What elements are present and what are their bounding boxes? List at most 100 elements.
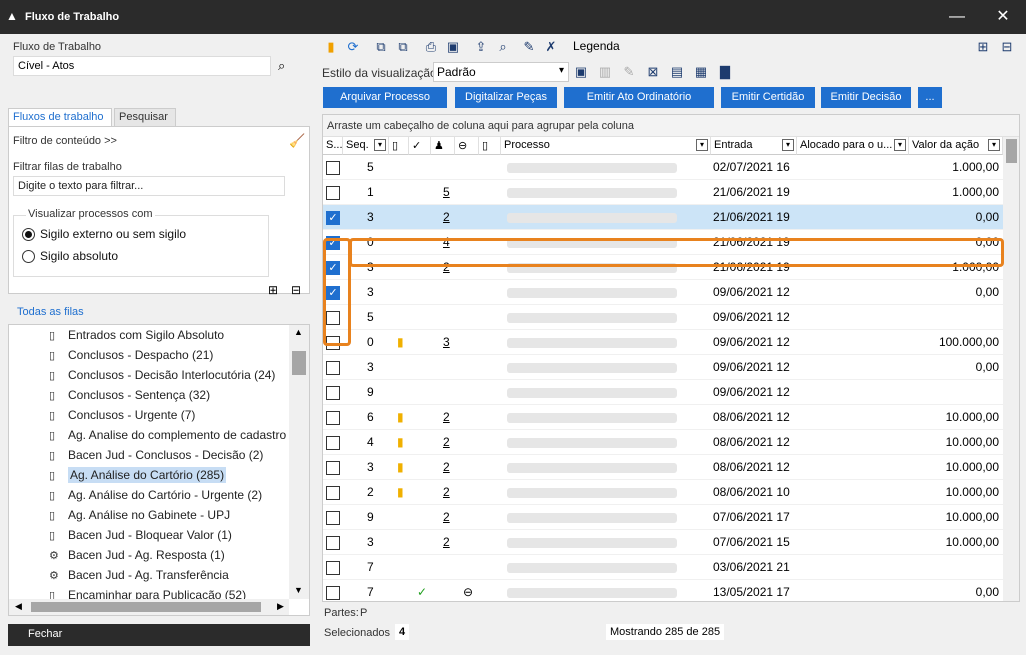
fechar-button[interactable]: Fechar (8, 624, 310, 646)
bookmark-icon[interactable]: ▮ (322, 38, 340, 56)
row-checkbox[interactable] (326, 436, 340, 450)
row-checkbox[interactable] (326, 161, 340, 175)
row-checkbox[interactable] (326, 536, 340, 550)
calendar-icon[interactable]: ▦ (692, 63, 710, 81)
row-count-link[interactable] (443, 555, 457, 580)
col-header-select[interactable]: S... (323, 137, 343, 155)
search-icon[interactable]: ⌕ (278, 58, 285, 74)
table-row[interactable]: 3 09/06/2021 12 0,00 (323, 355, 1003, 380)
more-actions-button[interactable]: ... (918, 87, 942, 108)
col-header-check[interactable]: ✓ (409, 137, 431, 155)
duplicate-icon[interactable]: ⧉ (394, 38, 412, 56)
row-checkbox[interactable]: ✓ (326, 211, 340, 225)
tree-item[interactable]: ⚙ Bacen Jud - Ag. Transferência (49, 565, 229, 585)
table-row[interactable]: 5 02/07/2021 16 1.000,00 (323, 155, 1003, 180)
filter-input[interactable]: Digite o texto para filtrar... (13, 176, 285, 196)
todas-filas-tab[interactable]: Todas as filas (17, 306, 84, 318)
chevron-down-icon[interactable]: ▾ (988, 139, 1000, 151)
scroll-up-icon[interactable]: ▲ (294, 327, 303, 337)
tree-view-icon[interactable]: ⊞ (268, 283, 278, 297)
col-header-processo[interactable]: Processo ▾ (501, 137, 711, 155)
row-count-link[interactable]: 2 (443, 205, 457, 230)
col-header-entrada[interactable]: Entrada ▾ (711, 137, 797, 155)
remove-comment-icon[interactable]: ✗ (542, 38, 560, 56)
tree-item[interactable]: ▯ Ag. Analise do complemento de cadastro (49, 425, 286, 445)
col-header-doc[interactable]: ▯ (479, 137, 501, 155)
row-count-link[interactable]: 3 (443, 330, 457, 355)
row-count-link[interactable]: 5 (443, 180, 457, 205)
zoom-icon[interactable]: ⌕ (494, 38, 512, 56)
radio-sigilo-absoluto[interactable] (22, 250, 35, 263)
row-count-link[interactable] (443, 355, 457, 380)
table-row[interactable]: 2 ▮ 2 08/06/2021 10 10.000,00 (323, 480, 1003, 505)
emitir-ato-ordinatorio-button[interactable]: Emitir Ato Ordinatório (564, 87, 714, 108)
col-header-valor[interactable]: Valor da ação ▾ (909, 137, 1003, 155)
tab-pesquisar[interactable]: Pesquisar (114, 108, 176, 126)
row-checkbox[interactable] (326, 511, 340, 525)
col-header-alocado[interactable]: Alocado para o u... ▾ (797, 137, 909, 155)
scroll-down-icon[interactable]: ▼ (294, 585, 303, 595)
document-icon[interactable]: ▤ (668, 63, 686, 81)
col-header-link[interactable]: ⊖ (455, 137, 479, 155)
table-row[interactable]: 4 ▮ 2 08/06/2021 12 10.000,00 (323, 430, 1003, 455)
chevron-down-icon[interactable]: ▾ (782, 139, 794, 151)
tree-item[interactable]: ▯ Entrados com Sigilo Absoluto (49, 325, 224, 345)
col-header-flag[interactable]: ▯ (389, 137, 409, 155)
tree-item[interactable]: ▯ Ag. Análise do Cartório - Urgente (2) (49, 485, 262, 505)
table-row[interactable]: 7 ✓ ⊖ 13/05/2021 17 0,00 (323, 580, 1003, 601)
table-row[interactable]: 9 2 07/06/2021 17 10.000,00 (323, 505, 1003, 530)
row-count-link[interactable] (443, 280, 457, 305)
table-row[interactable]: ✓ 3 2 21/06/2021 19 0,00 (323, 205, 1003, 230)
emitir-decisao-button[interactable]: Emitir Decisão (821, 87, 911, 108)
tree-view-icon[interactable]: ⊞ (974, 38, 992, 56)
table-row[interactable]: 0 ▮ 3 09/06/2021 12 100.000,00 (323, 330, 1003, 355)
table-row[interactable]: ✓ 3 09/06/2021 12 0,00 (323, 280, 1003, 305)
radio-sigilo-externo[interactable] (22, 228, 35, 241)
excel-icon[interactable]: ⊠ (644, 63, 662, 81)
tree-item[interactable]: ▯ Bacen Jud - Conclusos - Decisão (2) (49, 445, 263, 465)
grid-scroll-thumb[interactable] (1006, 139, 1017, 163)
tree-item[interactable]: ▯ Conclusos - Urgente (7) (49, 405, 195, 425)
tree-item[interactable]: ▯ Ag. Análise no Gabinete - UPJ (49, 505, 230, 525)
row-count-link[interactable] (443, 305, 457, 330)
digitalizar-pecas-button[interactable]: Digitalizar Peças (455, 87, 557, 108)
refresh-icon[interactable]: ⟳ (344, 38, 362, 56)
table-row[interactable]: 3 ▮ 2 08/06/2021 12 10.000,00 (323, 455, 1003, 480)
save-icon[interactable]: ▣ (444, 38, 462, 56)
table-row[interactable]: 6 ▮ 2 08/06/2021 12 10.000,00 (323, 405, 1003, 430)
tree-horizontal-scrollbar[interactable]: ◀ ▶ (9, 599, 289, 615)
tree-hscroll-thumb[interactable] (31, 602, 261, 612)
chevron-down-icon[interactable]: ▾ (374, 139, 386, 151)
print-icon[interactable]: ⎙ (422, 38, 440, 56)
tree-item[interactable]: ▯ Bacen Jud - Bloquear Valor (1) (49, 525, 232, 545)
panel-icon[interactable]: ⊟ (998, 38, 1016, 56)
workflow-input[interactable]: Cível - Atos (13, 56, 271, 76)
close-window-button[interactable]: ✕ (980, 0, 1026, 34)
row-checkbox[interactable] (326, 411, 340, 425)
legenda-label[interactable]: Legenda (573, 39, 620, 53)
table-row[interactable]: 7 03/06/2021 21 (323, 555, 1003, 580)
row-count-link[interactable] (443, 580, 457, 601)
row-checkbox[interactable] (326, 586, 340, 600)
row-count-link[interactable]: 2 (443, 430, 457, 455)
tree-item[interactable]: ▯ Conclusos - Sentença (32) (49, 385, 210, 405)
row-checkbox[interactable] (326, 386, 340, 400)
table-row[interactable]: 5 09/06/2021 12 (323, 305, 1003, 330)
table-row[interactable]: 1 5 21/06/2021 19 1.000,00 (323, 180, 1003, 205)
tree-item[interactable]: ▯ Conclusos - Decisão Interlocutória (24) (49, 365, 275, 385)
row-count-link[interactable]: 2 (443, 405, 457, 430)
row-count-link[interactable]: 2 (443, 455, 457, 480)
collapse-icon[interactable]: ⊟ (291, 283, 301, 297)
trash-icon[interactable]: ▇ (716, 63, 734, 81)
copy-icon[interactable]: ⧉ (372, 38, 390, 56)
arquivar-processo-button[interactable]: Arquivar Processo (323, 87, 447, 108)
row-count-link[interactable] (443, 380, 457, 405)
export-icon[interactable]: ⇪ (472, 38, 490, 56)
estilo-select[interactable]: Padrão ▾ (433, 62, 569, 82)
emitir-certidao-button[interactable]: Emitir Certidão (721, 87, 815, 108)
tree-vertical-scrollbar[interactable]: ▲ ▼ (289, 325, 309, 599)
chevron-down-icon[interactable]: ▾ (894, 139, 906, 151)
row-count-link[interactable]: 2 (443, 480, 457, 505)
row-count-link[interactable] (443, 155, 457, 180)
col-header-people[interactable]: ♟ (431, 137, 455, 155)
